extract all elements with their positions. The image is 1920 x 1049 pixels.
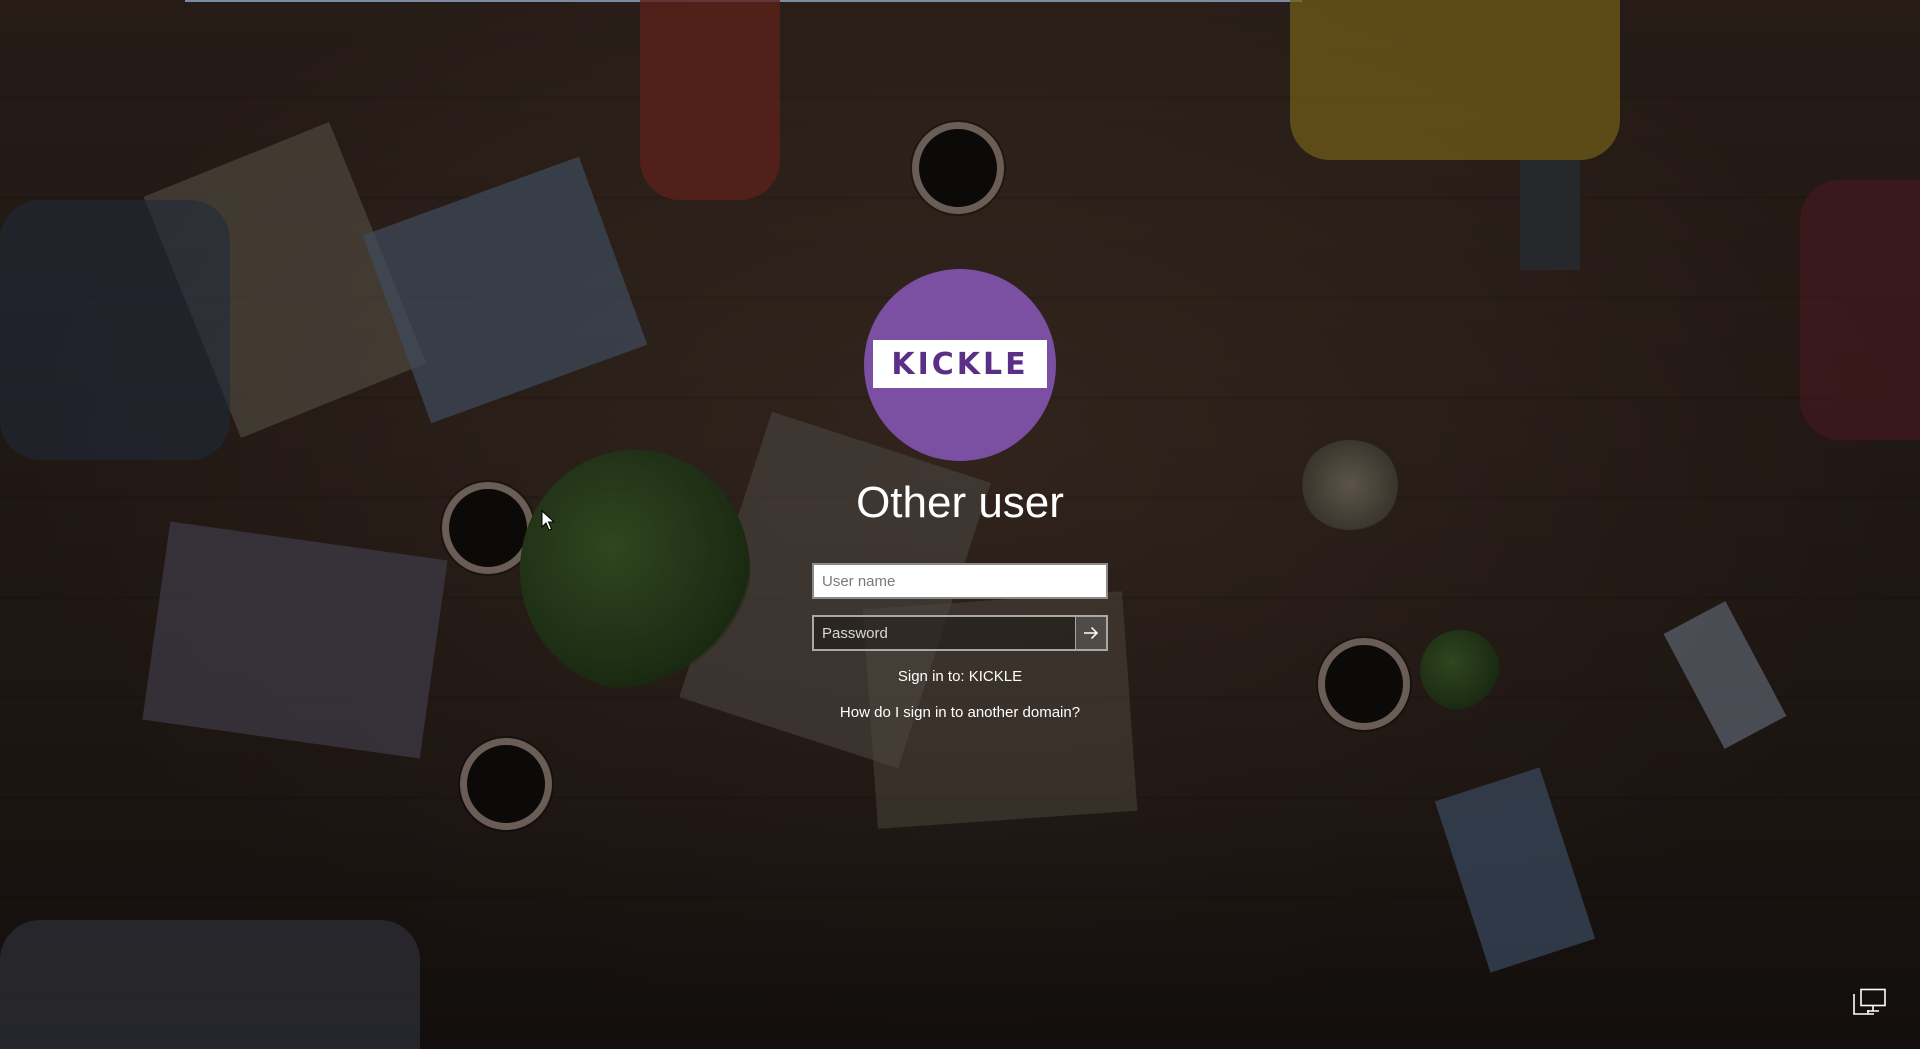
- background-coffee-cup-1: [912, 122, 1004, 214]
- org-logo: KICKLE: [864, 269, 1056, 461]
- mouse-cursor-icon: [541, 510, 555, 531]
- arrow-right-icon: [1084, 626, 1099, 640]
- lock-screen: KICKLE Other user Sign in to: KICKLE How…: [0, 0, 1920, 1049]
- username-input[interactable]: [812, 563, 1108, 599]
- password-field: [812, 615, 1108, 651]
- background-phone-2: [1520, 160, 1580, 270]
- background-person-blue: [0, 200, 230, 460]
- password-input[interactable]: [814, 617, 1076, 649]
- background-plant-3: [1300, 440, 1400, 530]
- background-coffee-cup-3: [460, 738, 552, 830]
- background-plant-2: [1420, 630, 1500, 710]
- user-title: Other user: [856, 478, 1064, 527]
- network-icon[interactable]: [1852, 988, 1888, 1018]
- background-person-plaid: [1800, 180, 1920, 440]
- org-logo-text: KICKLE: [891, 346, 1029, 382]
- org-logo-box: KICKLE: [873, 340, 1047, 388]
- background-color-chart: [142, 521, 448, 759]
- sign-in-domain-label: Sign in to: KICKLE: [897, 668, 1023, 685]
- other-domain-help-link[interactable]: How do I sign in to another domain?: [760, 704, 1160, 721]
- background-person-red: [640, 0, 780, 200]
- background-person-bottom: [0, 920, 420, 1049]
- background-coffee-cup-4: [1318, 638, 1410, 730]
- background-person-yellow: [1290, 0, 1620, 160]
- submit-button[interactable]: [1075, 617, 1106, 649]
